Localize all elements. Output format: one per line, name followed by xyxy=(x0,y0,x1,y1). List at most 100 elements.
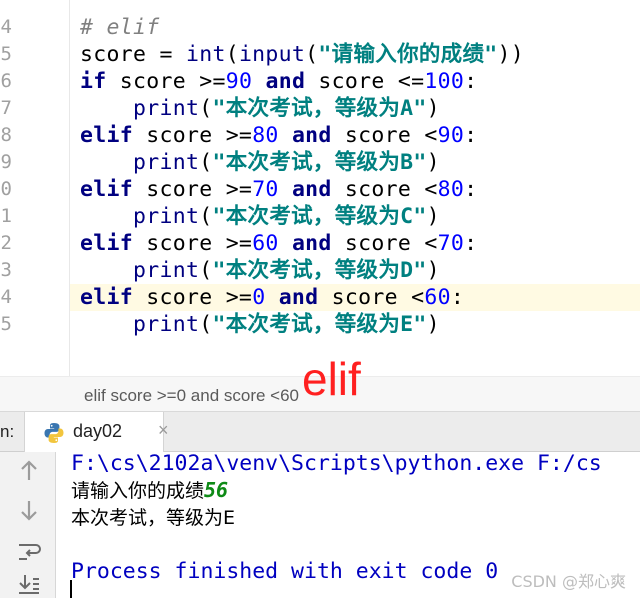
scroll-to-end-icon[interactable] xyxy=(16,572,42,598)
console-toolbar xyxy=(0,452,56,598)
run-label: n: xyxy=(0,422,15,441)
code-token: ) xyxy=(426,96,440,121)
code-line[interactable]: print("本次考试，等级为B") xyxy=(80,149,440,176)
code-token: and xyxy=(291,177,332,202)
code-token: "本次考试，等级为C" xyxy=(212,204,427,229)
code-token: and xyxy=(265,69,306,94)
breadcrumb-text[interactable]: elif score >=0 and score <60 xyxy=(84,386,299,406)
line-number: 9 xyxy=(0,151,12,173)
python-icon xyxy=(44,423,64,443)
code-token: ) xyxy=(426,258,440,283)
code-token: and xyxy=(291,231,332,256)
console-exit-message: Process finished with exit code 0 xyxy=(71,559,499,584)
code-token: : xyxy=(450,285,465,310)
close-icon[interactable]: × xyxy=(158,420,169,441)
code-line[interactable]: elif score >=70 and score <80: xyxy=(80,176,477,203)
code-token: )) xyxy=(497,42,525,67)
code-token: print xyxy=(132,150,200,175)
tab-day02[interactable]: day02 × xyxy=(24,412,169,452)
console-prompt-text: 请输入你的成绩 xyxy=(71,480,205,502)
code-token: ) xyxy=(426,204,440,229)
code-token: ( xyxy=(305,42,319,67)
code-line[interactable]: elif score >=80 and score <90: xyxy=(80,122,477,149)
line-number: 2 xyxy=(0,232,12,254)
code-token: ( xyxy=(225,42,239,67)
annotation-overlay-text: elif xyxy=(302,353,361,405)
code-token: input xyxy=(238,42,306,67)
code-token: "本次考试，等级为E" xyxy=(212,312,427,337)
line-number: 7 xyxy=(0,97,12,119)
code-token: ( xyxy=(199,204,213,229)
code-line[interactable]: elif score >=60 and score <70: xyxy=(80,230,477,257)
line-number: 4 xyxy=(0,286,12,308)
line-number: 3 xyxy=(0,259,12,281)
code-token: score < xyxy=(331,123,438,148)
code-line[interactable]: # elif xyxy=(80,14,159,41)
code-token: score <= xyxy=(305,69,425,94)
run-tool-window-header: n: day02 × xyxy=(0,412,640,452)
code-line[interactable]: elif score >=0 and score <60: xyxy=(80,284,464,311)
code-line[interactable]: print("本次考试，等级为C") xyxy=(80,203,440,230)
code-token: elif xyxy=(80,123,133,148)
code-token: 60 xyxy=(424,285,451,310)
code-line[interactable]: if score >=90 and score <=100: xyxy=(80,68,477,95)
console-result-text: 本次考试，等级为E xyxy=(71,507,236,529)
code-token: ( xyxy=(199,150,213,175)
code-token: print xyxy=(132,204,200,229)
code-token: ( xyxy=(199,312,213,337)
line-number: 4 xyxy=(0,16,12,38)
code-token: 0 xyxy=(252,285,266,310)
code-token: : xyxy=(464,123,478,148)
code-token: print xyxy=(132,312,200,337)
code-token: "本次考试，等级为A" xyxy=(212,96,427,121)
code-token: ) xyxy=(426,312,440,337)
tab-label: day02 xyxy=(73,421,123,441)
code-token: ( xyxy=(199,258,213,283)
code-token: 80 xyxy=(437,177,465,202)
up-arrow-icon[interactable] xyxy=(16,458,42,484)
code-token: score >= xyxy=(132,123,253,148)
code-token: score >= xyxy=(132,177,253,202)
line-number: 8 xyxy=(0,124,12,146)
console-text-cursor xyxy=(70,580,72,598)
code-token: : xyxy=(464,69,478,94)
code-token: if xyxy=(80,69,107,94)
code-line[interactable]: print("本次考试，等级为D") xyxy=(80,257,440,284)
code-token: "请输入你的成绩" xyxy=(318,42,498,67)
code-token: score < xyxy=(331,177,438,202)
code-token: # elif xyxy=(80,15,160,40)
code-token: score < xyxy=(318,285,425,310)
line-number: 5 xyxy=(0,43,12,65)
code-token: 60 xyxy=(252,231,279,256)
code-token: ) xyxy=(426,150,440,175)
code-line[interactable]: print("本次考试，等级为E") xyxy=(80,311,440,338)
code-token: 70 xyxy=(252,177,279,202)
code-token: ( xyxy=(199,96,213,121)
code-token: elif xyxy=(80,177,133,202)
code-token: 90 xyxy=(225,69,253,94)
code-token: score >= xyxy=(106,69,226,94)
code-token: int xyxy=(185,42,226,67)
line-number: 6 xyxy=(0,70,12,92)
console-result-line: 本次考试，等级为E xyxy=(71,504,235,531)
console-user-input: 56 xyxy=(204,478,229,502)
code-token: print xyxy=(132,258,200,283)
soft-wrap-icon[interactable] xyxy=(16,538,42,564)
console-prompt-line: 请输入你的成绩56 xyxy=(71,477,228,504)
down-arrow-icon[interactable] xyxy=(16,497,42,523)
code-editor[interactable]: 4 5 6 7 8 9 0 1 2 3 4 5 # elif score = in… xyxy=(0,0,640,376)
code-token: elif xyxy=(80,231,133,256)
code-line[interactable]: score = int(input("请输入你的成绩")) xyxy=(80,41,524,68)
code-token: score >= xyxy=(132,231,253,256)
line-number: 0 xyxy=(0,178,12,200)
code-line[interactable]: print("本次考试，等级为A") xyxy=(80,95,440,122)
